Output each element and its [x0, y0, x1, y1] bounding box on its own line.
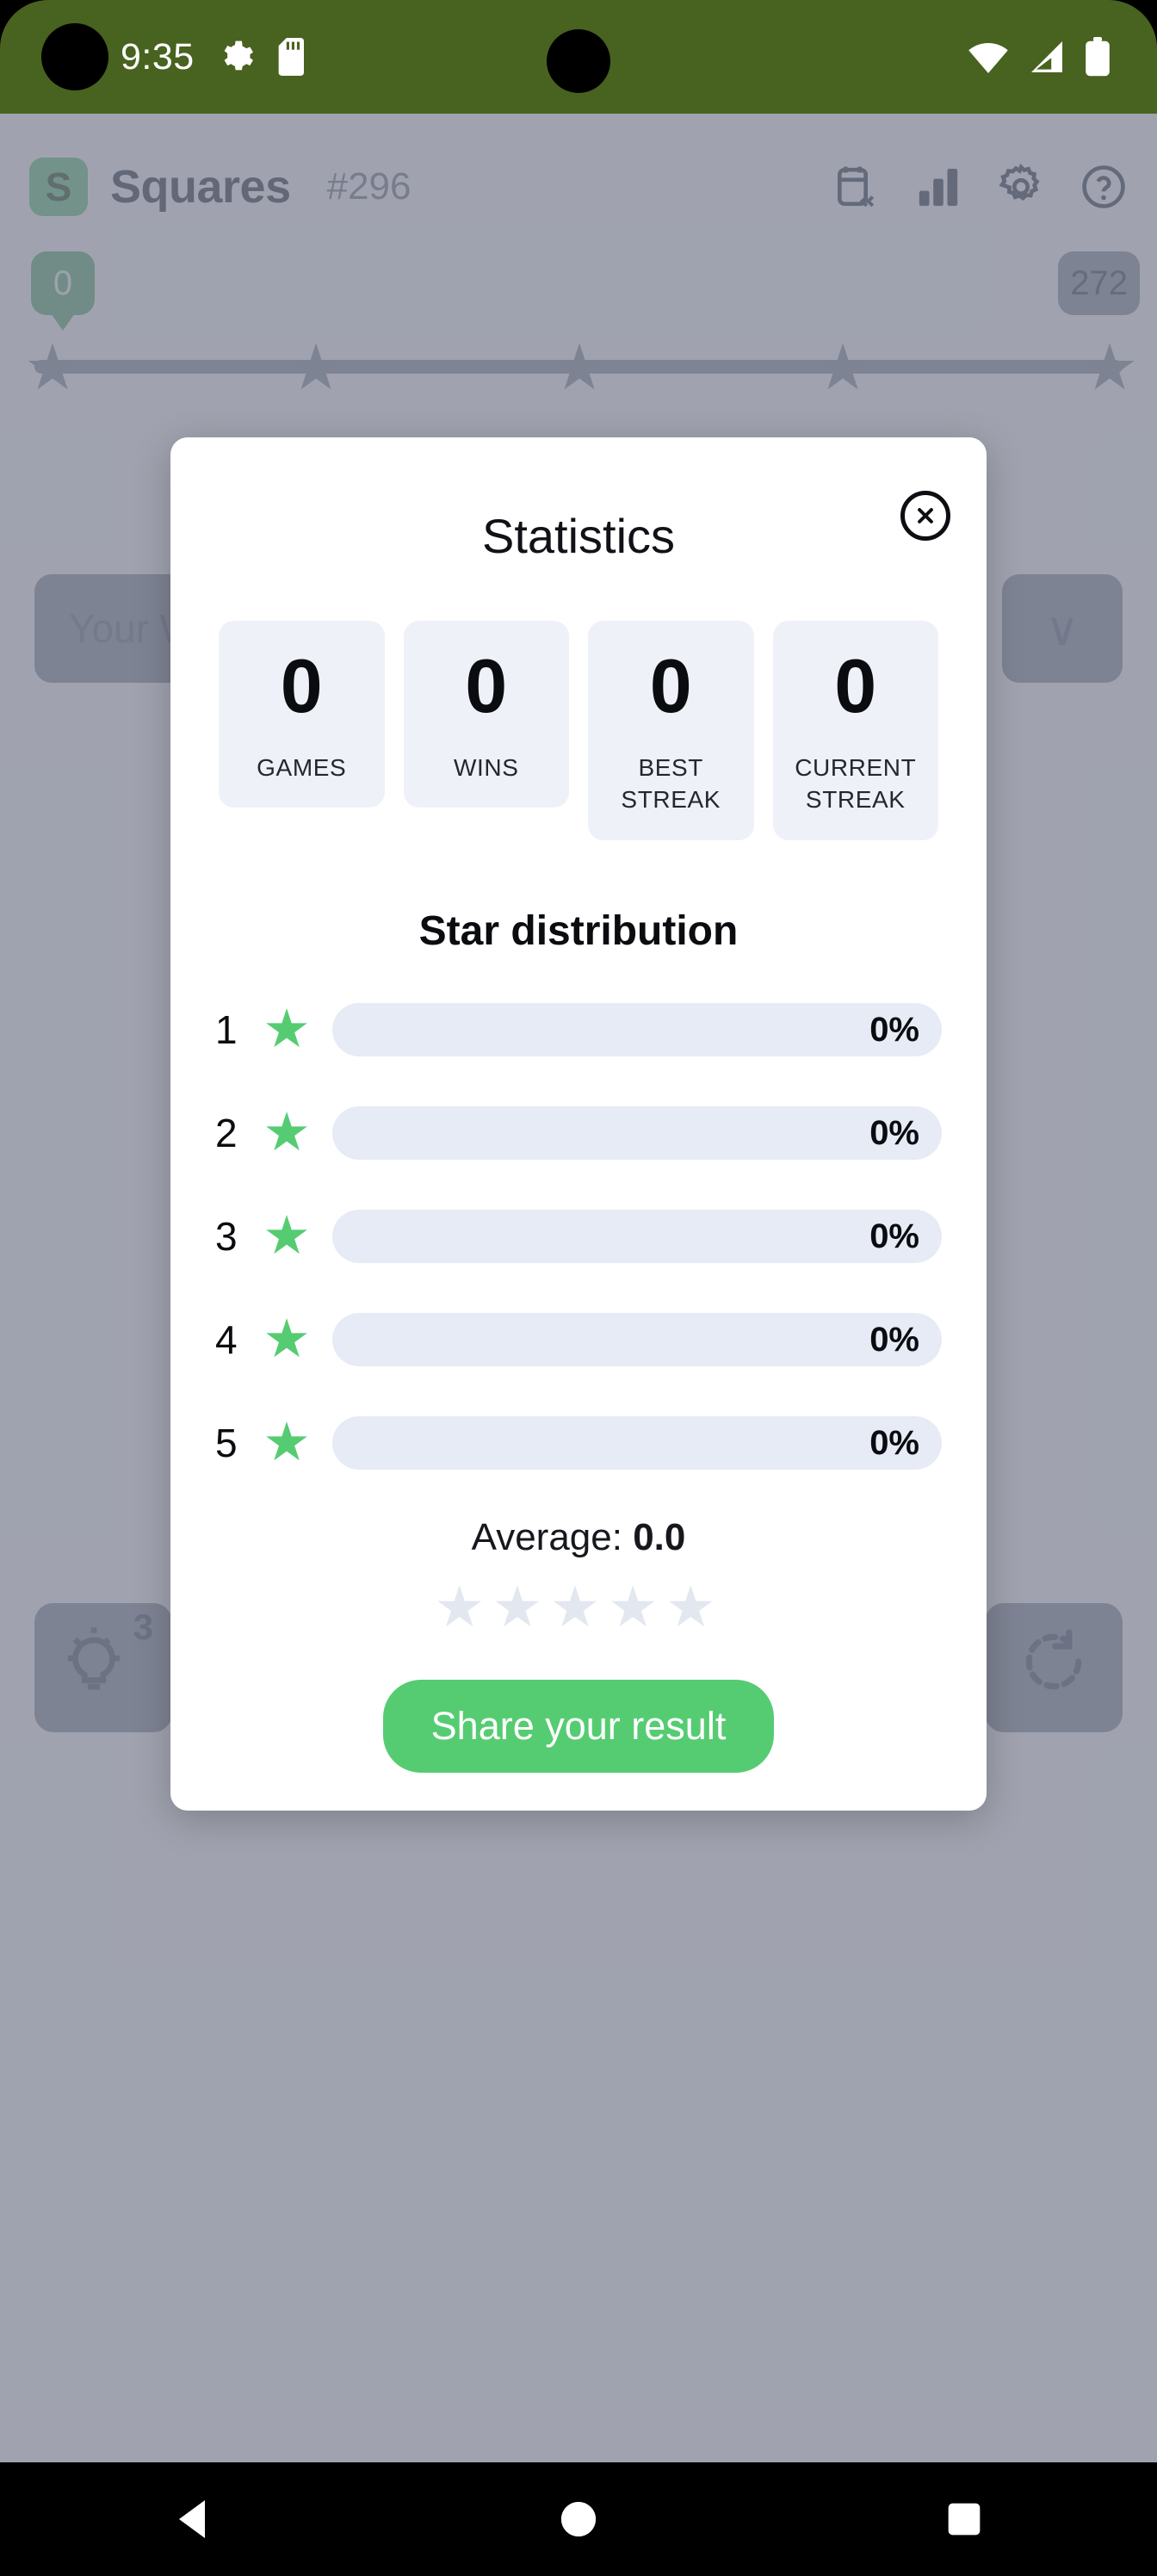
distribution-row: 2 ★ 0%: [215, 1103, 942, 1163]
distribution-percent-label: 0%: [869, 1320, 919, 1359]
distribution-star-count: 2: [215, 1111, 238, 1156]
status-bar-right-group: [968, 37, 1111, 77]
distribution-row: 1 ★ 0%: [215, 1000, 942, 1060]
camera-punch-hole-center: [547, 29, 610, 93]
cellular-signal-icon: [1028, 40, 1066, 74]
star-icon: ★: [549, 1575, 608, 1639]
stat-label: CURRENT STREAK: [795, 753, 917, 814]
star-icon: ★: [607, 1575, 665, 1639]
star-distribution-title: Star distribution: [418, 908, 739, 955]
distribution-star-count: 4: [215, 1317, 238, 1363]
stat-value: 0: [280, 643, 323, 728]
distribution-bar: 0%: [332, 1106, 942, 1161]
distribution-percent-label: 0%: [869, 1217, 919, 1255]
stat-card-current-streak: 0 CURRENT STREAK: [772, 621, 938, 841]
close-icon[interactable]: [900, 491, 950, 541]
distribution-star-count: 5: [215, 1421, 238, 1466]
star-icon: ★: [263, 1310, 311, 1370]
home-circle-icon[interactable]: [527, 2480, 630, 2558]
stat-value: 0: [834, 643, 877, 728]
distribution-row: 4 ★ 0%: [215, 1310, 942, 1370]
status-bar-clock: 9:35: [121, 35, 195, 77]
distribution-bar: 0%: [332, 1210, 942, 1264]
stat-card-group: 0 GAMES 0 WINS 0 BEST STREAK 0 CURRENT S…: [170, 621, 987, 841]
phone-frame: 9:35 Statistics 0 GAMES 0 WINS 0 BEST ST…: [0, 0, 1157, 2576]
star-icon: ★: [263, 1413, 311, 1473]
camera-punch-hole-left: [41, 23, 108, 90]
stat-value: 0: [649, 643, 692, 728]
star-icon: ★: [263, 1103, 311, 1163]
stat-card-games: 0 GAMES: [219, 621, 385, 808]
distribution-bar: 0%: [332, 1313, 942, 1367]
distribution-star-count: 3: [215, 1214, 238, 1260]
wifi-icon: [968, 40, 1009, 74]
stat-card-best-streak: 0 BEST STREAK: [588, 621, 754, 841]
distribution-bar: 0%: [332, 1416, 942, 1471]
average-value: 0.0: [633, 1516, 686, 1559]
star-icon: ★: [263, 1000, 311, 1060]
recents-square-icon[interactable]: [913, 2480, 1016, 2558]
share-result-button[interactable]: Share your result: [382, 1680, 775, 1774]
stat-label: BEST STREAK: [621, 753, 721, 814]
distribution-bar: 0%: [332, 1003, 942, 1057]
android-nav-bar: [0, 2462, 1157, 2576]
distribution-star-count: 1: [215, 1007, 238, 1053]
dialog-title: Statistics: [481, 509, 676, 563]
star-distribution-chart: 1 ★ 0% 2 ★ 0% 3 ★ 0% 4 ★ 0% 5 ★ 0%: [170, 1000, 987, 1473]
back-triangle-icon[interactable]: [141, 2480, 244, 2558]
average-star-rating: ★★★★★: [170, 1578, 987, 1635]
sd-card-icon: [277, 38, 312, 76]
statistics-dialog: Statistics 0 GAMES 0 WINS 0 BEST STREAK …: [170, 437, 987, 1811]
gear-icon: [217, 38, 255, 76]
star-icon: ★: [665, 1575, 723, 1639]
battery-icon: [1085, 37, 1111, 77]
star-icon: ★: [492, 1575, 550, 1639]
status-bar-left-group: 9:35: [121, 36, 312, 78]
average-label: Average:: [471, 1516, 634, 1559]
average-rating: Average: 0.0: [170, 1516, 987, 1559]
star-icon: ★: [434, 1575, 492, 1639]
distribution-percent-label: 0%: [869, 1010, 919, 1049]
stat-value: 0: [465, 643, 508, 728]
stat-card-wins: 0 WINS: [403, 621, 569, 808]
stat-label: GAMES: [257, 753, 347, 781]
distribution-percent-label: 0%: [869, 1113, 919, 1152]
stat-label: WINS: [453, 753, 519, 781]
distribution-percent-label: 0%: [869, 1423, 919, 1462]
star-icon: ★: [263, 1206, 311, 1266]
distribution-row: 3 ★ 0%: [215, 1206, 942, 1266]
distribution-row: 5 ★ 0%: [215, 1413, 942, 1473]
